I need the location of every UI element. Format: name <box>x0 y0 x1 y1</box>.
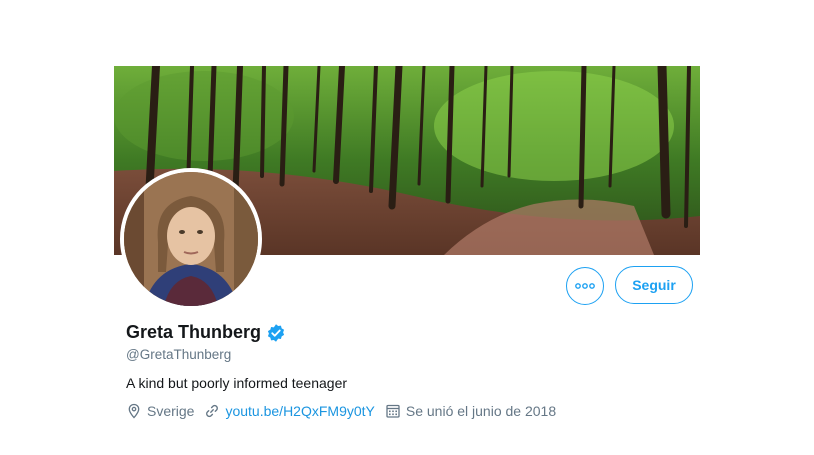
profile-handle: @GretaThunberg <box>126 347 232 362</box>
joined-item: Se unió el junio de 2018 <box>385 403 556 419</box>
profile-page: Seguir Greta Thunberg @GretaThunberg A k… <box>0 0 814 455</box>
website-item: youtu.be/H2QxFM9y0tY <box>204 403 375 419</box>
verified-badge-icon <box>266 323 286 343</box>
display-name[interactable]: Greta Thunberg <box>126 322 261 343</box>
location-pin-icon <box>126 403 142 419</box>
joined-date-text: Se unió el junio de 2018 <box>405 403 557 419</box>
profile-bio: A kind but poorly informed teenager <box>126 375 348 391</box>
location-text: Sverige <box>147 403 195 419</box>
profile-meta-row: Sverige youtu.be/H2QxFM9y0tY Se unió el … <box>126 403 566 419</box>
more-horizontal-icon <box>575 282 595 290</box>
website-link[interactable]: youtu.be/H2QxFM9y0tY <box>225 403 374 419</box>
more-options-button[interactable] <box>566 267 604 305</box>
link-icon <box>204 403 220 419</box>
follow-button[interactable]: Seguir <box>615 266 693 304</box>
location-item: Sverige <box>126 403 194 419</box>
calendar-icon <box>385 403 401 419</box>
profile-avatar[interactable] <box>120 168 262 310</box>
name-row: Greta Thunberg <box>126 322 286 343</box>
